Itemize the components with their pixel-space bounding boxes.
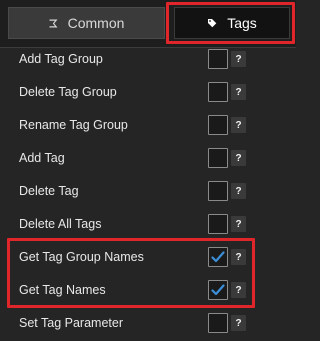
action-checkbox[interactable]	[208, 214, 228, 234]
help-button[interactable]: ?	[231, 84, 246, 100]
tab-highlight-box	[166, 2, 295, 44]
help-button[interactable]: ?	[231, 150, 246, 166]
action-label: Delete Tag Group	[19, 85, 117, 99]
action-row: Delete Tag?	[0, 175, 296, 208]
action-checkbox[interactable]	[208, 82, 228, 102]
action-label: Add Tag	[19, 151, 65, 165]
action-row: Add Tag?	[0, 142, 296, 175]
tab-common[interactable]: Common	[8, 7, 165, 39]
action-label: Delete Tag	[19, 184, 79, 198]
action-row: Delete All Tags?	[0, 208, 296, 241]
action-row: Delete Tag Group?	[0, 76, 296, 109]
action-label: Rename Tag Group	[19, 118, 128, 132]
action-row: Set Tag Parameter?	[0, 307, 296, 340]
help-button[interactable]: ?	[231, 51, 246, 67]
help-button[interactable]: ?	[231, 117, 246, 133]
rows-highlight-box	[7, 238, 255, 308]
action-label: Set Tag Parameter	[19, 316, 123, 330]
action-checkbox[interactable]	[208, 115, 228, 135]
action-checkbox[interactable]	[208, 313, 228, 333]
help-button[interactable]: ?	[231, 216, 246, 232]
help-button[interactable]: ?	[231, 183, 246, 199]
action-label: Add Tag Group	[19, 52, 103, 66]
action-row: Add Tag Group?	[0, 43, 296, 76]
action-label: Delete All Tags	[19, 217, 102, 231]
tab-common-label: Common	[67, 15, 125, 31]
action-row: Rename Tag Group?	[0, 109, 296, 142]
funnel-icon	[49, 19, 58, 28]
action-checkbox[interactable]	[208, 49, 228, 69]
action-checkbox[interactable]	[208, 148, 228, 168]
action-checkbox[interactable]	[208, 181, 228, 201]
help-button[interactable]: ?	[231, 315, 246, 331]
